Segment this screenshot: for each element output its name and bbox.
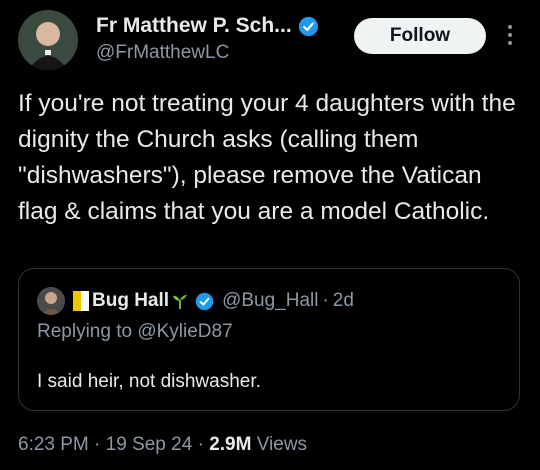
author-display-name[interactable]: Fr Matthew P. Sch... xyxy=(96,14,292,38)
quoted-time-ago[interactable]: 2d xyxy=(333,290,354,312)
tweet-time[interactable]: 6:23 PM xyxy=(18,434,89,455)
tweet-date[interactable]: 19 Sep 24 xyxy=(106,434,193,455)
vatican-flag-icon xyxy=(73,291,89,311)
author-avatar[interactable] xyxy=(18,10,78,70)
separator-dot: · xyxy=(197,434,204,455)
quoted-author-avatar[interactable] xyxy=(37,287,65,315)
quoted-tweet[interactable]: Bug Hall @Bug_Hall · 2d Replying to @Kyl… xyxy=(18,268,520,411)
author-handle[interactable]: @FrMatthewLC xyxy=(96,42,229,64)
views-count: 2.9M xyxy=(209,434,252,455)
sprout-icon xyxy=(172,294,188,310)
tweet-header: Fr Matthew P. Sch... @FrMatthewLC Follow xyxy=(18,10,528,72)
verified-badge-icon xyxy=(298,16,318,36)
more-options-icon[interactable] xyxy=(504,22,516,50)
quoted-tweet-text: I said heir, not dishwasher. xyxy=(37,371,261,392)
verified-badge-icon xyxy=(195,292,214,310)
follow-button[interactable]: Follow xyxy=(354,18,486,54)
views-label: Views xyxy=(256,434,308,455)
replying-to-label[interactable]: Replying to @KylieD87 xyxy=(37,321,233,343)
separator-dot: · xyxy=(94,434,101,455)
quoted-author-handle[interactable]: @Bug_Hall xyxy=(222,290,318,312)
tweet-meta: 6:23 PM · 19 Sep 24 · 2.9M Views xyxy=(18,434,307,456)
separator-dot: · xyxy=(322,290,329,311)
tweet-text: If you're not treating your 4 daughters … xyxy=(18,90,516,225)
quoted-author-display-name[interactable]: Bug Hall xyxy=(92,290,169,312)
